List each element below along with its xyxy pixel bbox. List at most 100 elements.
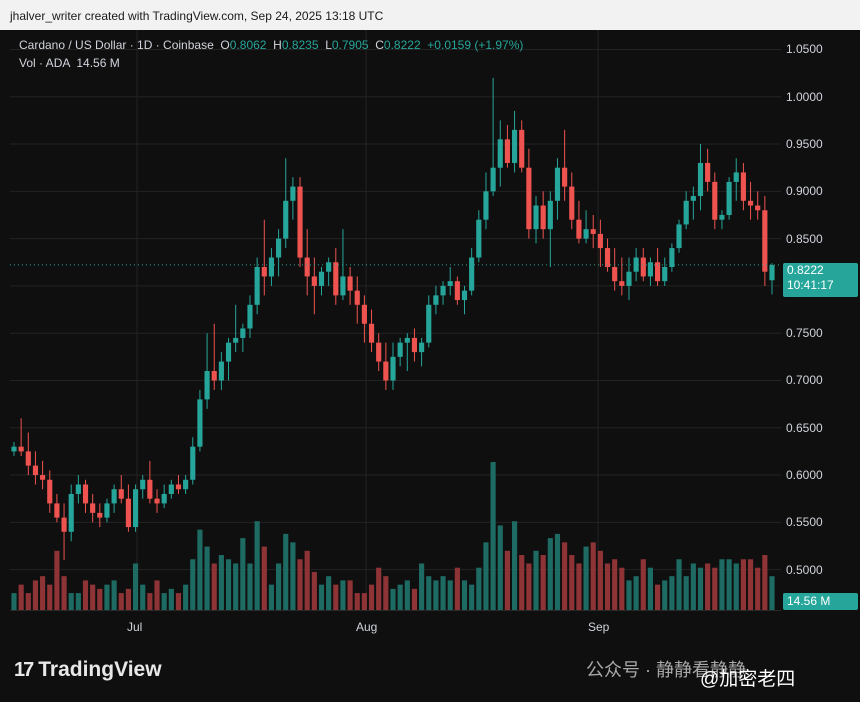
volume-label[interactable]: Vol · ADA bbox=[19, 56, 70, 70]
high-value: 0.8235 bbox=[281, 38, 319, 52]
volume-bar bbox=[104, 584, 110, 610]
candle-body bbox=[762, 210, 768, 272]
volume-bar bbox=[32, 580, 39, 610]
candle-body bbox=[404, 337, 410, 343]
candle-body bbox=[68, 493, 74, 532]
candle-body bbox=[211, 371, 217, 381]
volume-bar bbox=[304, 550, 310, 610]
volume-bar bbox=[11, 593, 17, 610]
last-volume-badge: 14.56 M bbox=[783, 593, 858, 610]
volume-bar bbox=[204, 546, 210, 610]
candle-body bbox=[111, 489, 117, 504]
candle-body bbox=[25, 451, 31, 466]
volume-bar bbox=[655, 584, 661, 610]
candle-body bbox=[376, 342, 382, 362]
candle-body bbox=[676, 224, 682, 249]
last-price-value: 0.8222 bbox=[787, 263, 824, 277]
price-tick-label: 0.7000 bbox=[786, 373, 823, 388]
volume-bar bbox=[340, 580, 346, 610]
candle-body bbox=[440, 285, 446, 296]
candle-countdown: 10:41:17 bbox=[787, 278, 834, 292]
candlestick-chart[interactable] bbox=[0, 0, 860, 702]
volume-bar bbox=[554, 533, 561, 610]
candle-body bbox=[368, 323, 375, 343]
volume-bar bbox=[218, 555, 224, 610]
volume-bar bbox=[562, 542, 568, 610]
volume-bar bbox=[426, 576, 432, 610]
volume-bar bbox=[469, 584, 475, 610]
volume-bar bbox=[740, 559, 746, 610]
volume-bar bbox=[411, 588, 418, 610]
candle-body bbox=[697, 162, 704, 197]
symbol-title[interactable]: Cardano / US Dollar · 1D · Coinbase bbox=[19, 38, 214, 52]
volume-bar bbox=[404, 580, 410, 610]
volume-bar bbox=[47, 584, 53, 610]
candle-body bbox=[490, 167, 496, 192]
tradingview-logo[interactable]: 17 TradingView bbox=[14, 658, 162, 682]
volume-bar bbox=[726, 559, 732, 610]
candle-body bbox=[497, 139, 503, 168]
price-tick-label: 0.5500 bbox=[786, 515, 823, 530]
watermark-handle: @加密老四 bbox=[700, 669, 796, 690]
volume-bar bbox=[762, 555, 768, 610]
volume-bar bbox=[547, 538, 553, 610]
candle-body bbox=[383, 361, 389, 381]
volume-bar bbox=[154, 580, 160, 610]
time-tick-label: Sep bbox=[588, 620, 610, 634]
candle-body bbox=[333, 262, 339, 296]
volume-bar bbox=[54, 550, 60, 610]
volume-bar bbox=[147, 593, 153, 610]
candle-body bbox=[311, 276, 317, 286]
candle-body bbox=[755, 205, 761, 211]
volume-bar bbox=[669, 576, 675, 610]
volume-bar bbox=[254, 521, 260, 610]
candle-body bbox=[297, 186, 303, 258]
volume-bar bbox=[276, 563, 282, 610]
candle-body bbox=[140, 479, 146, 490]
candle-body bbox=[240, 328, 246, 338]
volume-bar bbox=[268, 584, 275, 610]
candle-body bbox=[261, 266, 267, 277]
candle-body bbox=[82, 484, 89, 504]
candle-body bbox=[533, 205, 539, 230]
volume-bar bbox=[111, 580, 117, 610]
candle-body bbox=[511, 129, 518, 163]
candle-body bbox=[18, 446, 24, 452]
candle-body bbox=[154, 498, 160, 504]
tradingview-logo-icon: 17 bbox=[14, 659, 34, 681]
volume-bar bbox=[419, 563, 425, 610]
candle-body bbox=[626, 271, 632, 286]
candle-body bbox=[447, 281, 453, 286]
candle-body bbox=[326, 262, 332, 272]
volume-bar bbox=[705, 563, 711, 610]
candle-body bbox=[175, 484, 182, 490]
time-tick-label: Aug bbox=[356, 620, 378, 634]
volume-bar bbox=[511, 521, 518, 610]
volume-bar bbox=[368, 584, 375, 610]
volume-bar bbox=[290, 542, 296, 610]
volume-bar bbox=[640, 559, 646, 610]
candle-body bbox=[183, 479, 189, 490]
volume-bar bbox=[755, 567, 761, 610]
candle-body bbox=[733, 172, 739, 182]
candle-body bbox=[583, 229, 589, 239]
change-value: +0.0159 (+1.97%) bbox=[427, 38, 524, 52]
candle-body bbox=[318, 271, 325, 286]
volume-bar bbox=[433, 580, 439, 610]
candle-body bbox=[276, 238, 282, 258]
volume-bar bbox=[161, 593, 167, 610]
volume-bar bbox=[447, 580, 453, 610]
low-label: L bbox=[325, 38, 332, 52]
volume-bar bbox=[662, 580, 668, 610]
candle-body bbox=[104, 503, 110, 518]
candle-body bbox=[283, 200, 289, 239]
candle-body bbox=[390, 356, 396, 381]
volume-bar bbox=[75, 593, 81, 610]
candle-body bbox=[254, 266, 260, 305]
close-label: C bbox=[375, 38, 384, 52]
candle-body bbox=[40, 475, 46, 480]
volume-bar bbox=[604, 563, 611, 610]
volume-bar bbox=[397, 584, 403, 610]
candle-body bbox=[347, 276, 353, 291]
price-tick-label: 0.9000 bbox=[786, 184, 823, 199]
